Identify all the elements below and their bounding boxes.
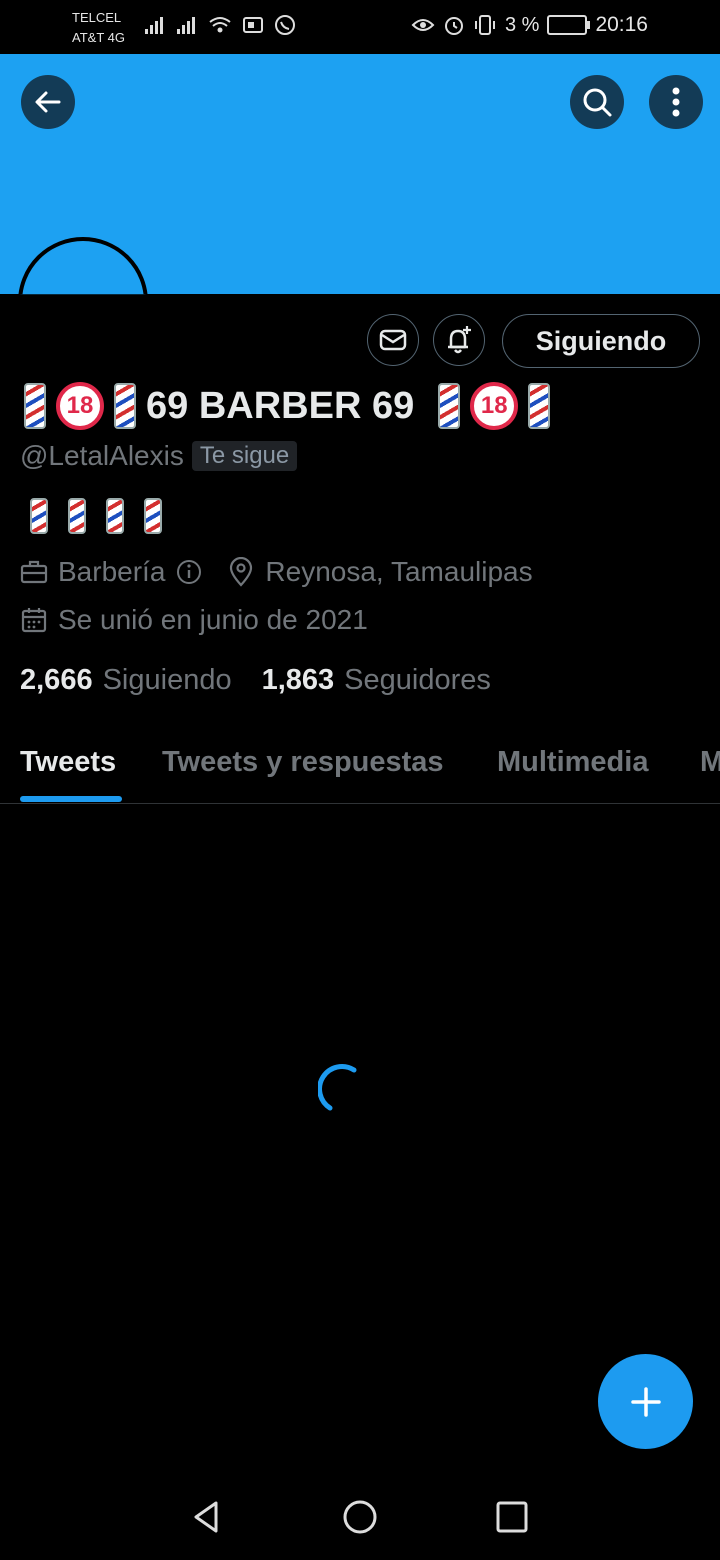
signal-icon	[177, 17, 195, 34]
display-name: 69 BARBER 69	[146, 384, 415, 427]
eye-icon	[411, 19, 435, 31]
more-vertical-icon	[672, 87, 680, 117]
status-bar: TELCEL AT&T 4G 3 % 20:16	[0, 0, 720, 54]
carrier-2: AT&T 4G	[72, 30, 125, 45]
barber-pole-icon	[24, 383, 46, 429]
search-icon	[583, 88, 612, 117]
profile-joined-row: Se unió en junio de 2021	[20, 604, 368, 636]
battery-icon	[547, 15, 591, 35]
more-options-button[interactable]	[649, 75, 703, 129]
data-icon	[243, 17, 263, 33]
compose-tweet-button[interactable]	[598, 1354, 693, 1449]
back-arrow-icon	[35, 91, 61, 113]
calendar-icon	[21, 608, 47, 633]
followers-count[interactable]: 1,863	[262, 664, 335, 697]
home-circle-icon	[343, 1500, 377, 1534]
plus-icon	[630, 1386, 661, 1417]
barber-pole-icon	[106, 498, 124, 534]
vibrate-icon	[474, 15, 495, 35]
tab-likes[interactable]: M	[700, 746, 720, 779]
nav-recents-button[interactable]	[487, 1492, 537, 1542]
loading-spinner-icon	[318, 1064, 357, 1111]
notifications-button[interactable]	[433, 314, 485, 366]
status-icons-left	[144, 14, 296, 36]
back-triangle-icon	[194, 1501, 218, 1533]
battery-percent: 3 %	[504, 13, 540, 36]
alarm-icon	[444, 17, 463, 35]
status-icons-right: 3 % 20:16	[411, 13, 648, 37]
tab-media[interactable]: Multimedia	[497, 746, 648, 779]
bell-plus-icon	[448, 326, 471, 354]
barber-pole-icon	[528, 383, 551, 429]
profile-tabs: Tweets Tweets y respuestas Multimedia M	[0, 740, 720, 804]
joined-date: Se unió en junio de 2021	[58, 604, 368, 635]
wifi-icon	[209, 17, 231, 33]
clock: 20:16	[595, 13, 648, 36]
profile-meta-row: Barbería Reynosa, Tamaulipas	[20, 556, 533, 588]
whatsapp-icon	[275, 15, 295, 35]
back-button[interactable]	[21, 75, 75, 129]
search-button[interactable]	[570, 75, 624, 129]
avatar[interactable]	[18, 237, 148, 295]
handle-row: @LetalAlexis Te sigue	[20, 440, 298, 472]
barber-pole-icon	[438, 383, 461, 429]
profile-category: Barbería	[58, 556, 166, 587]
follows-you-badge: Te sigue	[191, 441, 298, 471]
recents-square-icon	[496, 1501, 528, 1533]
system-navigation-bar	[0, 1470, 720, 1560]
following-count[interactable]: 2,666	[20, 664, 93, 697]
nav-back-button[interactable]	[181, 1492, 231, 1542]
mail-icon	[379, 329, 407, 351]
follow-counts: 2,666 Siguiendo 1,863 Seguidores	[20, 664, 511, 697]
followers-label[interactable]: Seguidores	[344, 664, 491, 697]
carrier-1: TELCEL	[72, 10, 122, 25]
barber-pole-icon	[114, 383, 136, 429]
info-icon[interactable]	[175, 558, 203, 586]
location-pin-icon	[230, 557, 253, 587]
barber-pole-icon	[30, 498, 48, 534]
active-tab-indicator	[20, 796, 122, 802]
profile-location: Reynosa, Tamaulipas	[265, 556, 533, 587]
tab-tweets[interactable]: Tweets	[20, 746, 116, 779]
tab-tweets-replies[interactable]: Tweets y respuestas	[162, 746, 444, 779]
carrier-info: TELCEL AT&T 4G	[72, 8, 125, 48]
display-name-row: 18 69 BARBER 69 18	[24, 382, 551, 430]
nav-home-button[interactable]	[335, 1492, 385, 1542]
barber-pole-icon	[144, 498, 162, 534]
following-button[interactable]: Siguiendo	[502, 314, 700, 368]
barber-pole-icon	[68, 498, 86, 534]
no-under-18-icon: 18	[470, 382, 519, 430]
message-button[interactable]	[367, 314, 419, 366]
user-handle: @LetalAlexis	[20, 440, 184, 471]
following-label[interactable]: Siguiendo	[103, 664, 232, 697]
signal-icon	[145, 17, 163, 34]
briefcase-icon	[20, 560, 48, 584]
no-under-18-icon: 18	[56, 382, 104, 430]
bio	[30, 498, 162, 534]
